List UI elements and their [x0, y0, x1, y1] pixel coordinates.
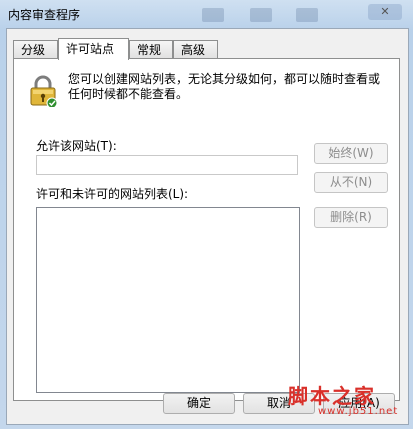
remove-button[interactable]: 删除(R) [314, 207, 388, 228]
dialog-client: 分级 许可站点 常规 高级 您可以创建网站列表，无论其分级如何，都可以随时查看或… [6, 28, 409, 425]
site-list-label: 许可和未许可的网站列表(L): [36, 187, 189, 201]
panel-description: 您可以创建网站列表，无论其分级如何，都可以随时查看或任何时候都不能查看。 [68, 72, 381, 101]
tab-approved-sites[interactable]: 许可站点 [58, 38, 129, 60]
lock-icon [30, 75, 58, 107]
allow-site-label: 允许该网站(T): [36, 139, 117, 153]
tab-advanced[interactable]: 高级 [173, 40, 218, 58]
background-blur [250, 8, 272, 22]
tab-general[interactable]: 常规 [129, 40, 173, 58]
tab-ratings[interactable]: 分级 [13, 40, 58, 58]
site-list[interactable] [36, 207, 300, 393]
always-button[interactable]: 始终(W) [314, 143, 388, 164]
approved-sites-panel: 您可以创建网站列表，无论其分级如何，都可以随时查看或任何时候都不能查看。 允许该… [13, 58, 400, 401]
window-title: 内容审查程序 [8, 8, 81, 22]
title-bar[interactable]: 内容审查程序 ✕ [0, 0, 413, 26]
site-watermark: 脚本之家 [288, 384, 376, 408]
dialog-window: 内容审查程序 ✕ 分级 许可站点 常规 高级 您可以创建网站列表，无论其分级如何… [0, 0, 413, 429]
ok-button[interactable]: 确定 [163, 393, 235, 414]
allow-site-input[interactable] [36, 155, 298, 175]
background-blur [202, 8, 224, 22]
never-button[interactable]: 从不(N) [314, 172, 388, 193]
close-button[interactable]: ✕ [368, 4, 402, 20]
background-blur [296, 8, 318, 22]
site-watermark-url: www.jb51.net [318, 406, 399, 417]
